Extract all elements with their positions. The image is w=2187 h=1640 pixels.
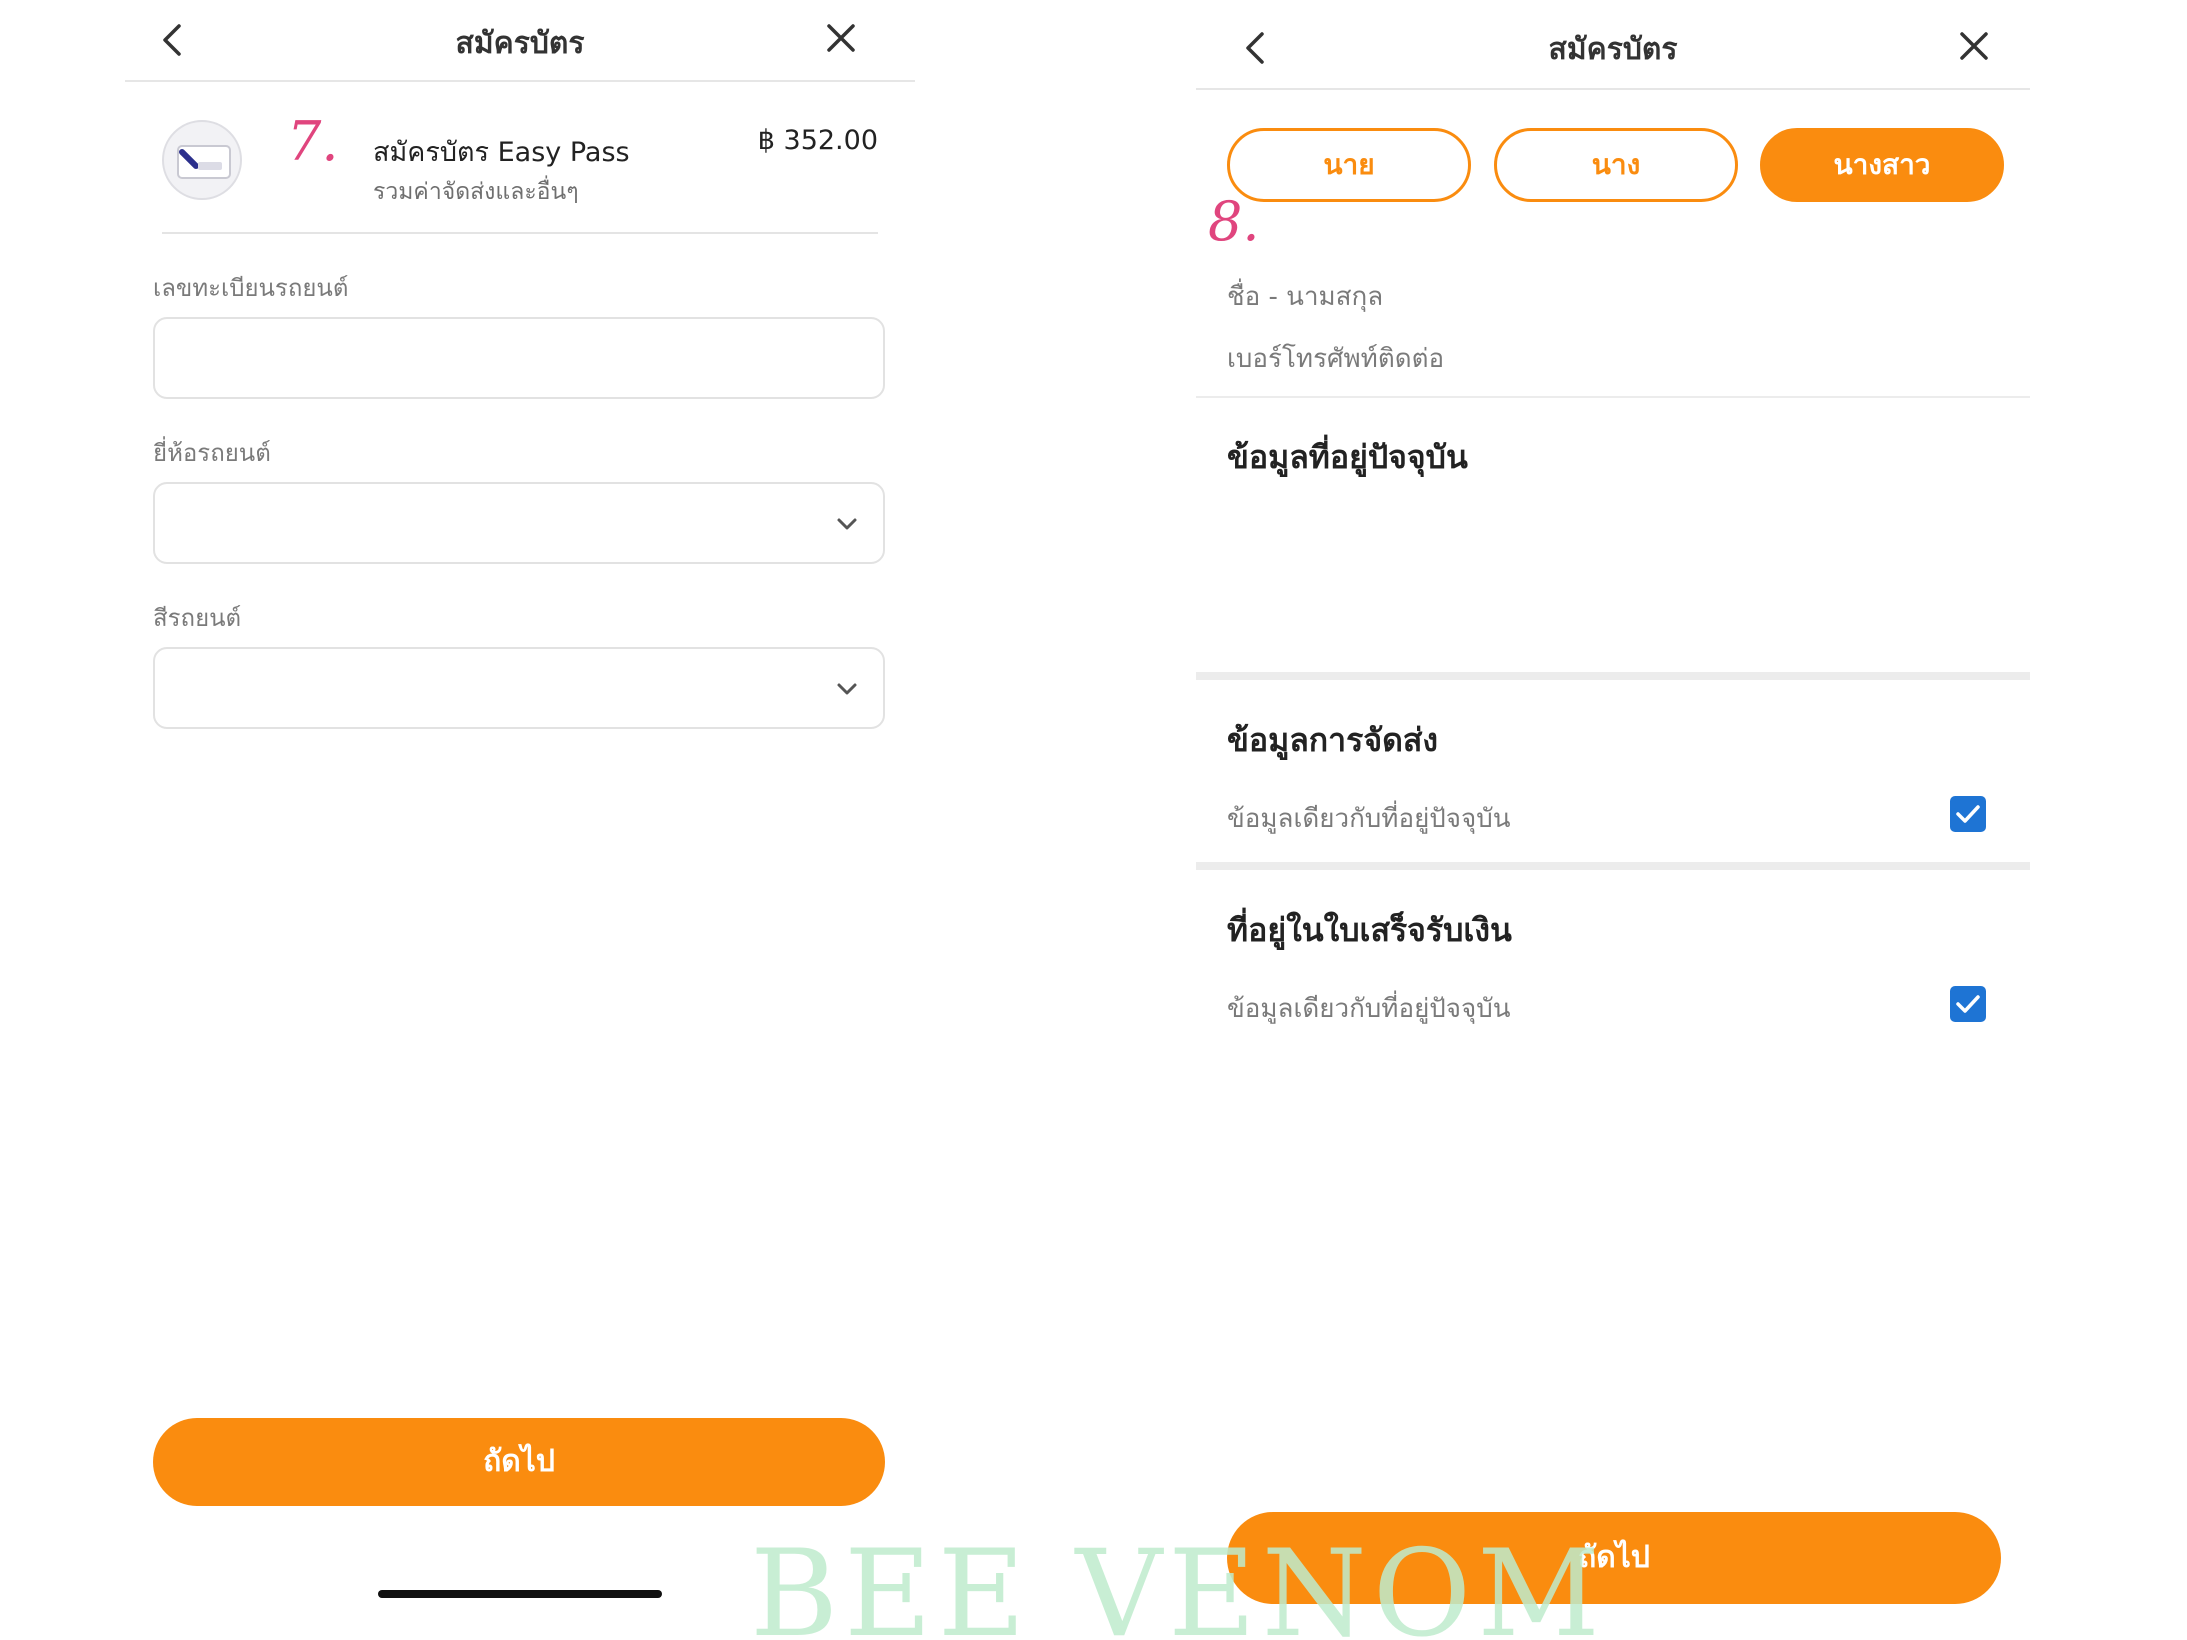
page-title: สมัครบัตร bbox=[455, 26, 585, 61]
plate-label: เลขทะเบียนรถยนต์ bbox=[153, 274, 349, 302]
checkmark-icon bbox=[1956, 995, 1980, 1013]
phone-field[interactable]: เบอร์โทรศัพท์ติดต่อ bbox=[1227, 338, 1444, 379]
product-subtitle: รวมค่าจัดส่งและอื่นๆ bbox=[373, 179, 579, 205]
right-screen: สมัครบัตร นาย นาง นางสาว 8. ชื่อ - นามสก… bbox=[1190, 0, 2030, 1640]
card-image bbox=[162, 120, 242, 200]
product-name: สมัครบัตร Easy Pass bbox=[373, 137, 630, 168]
home-indicator[interactable] bbox=[378, 1590, 662, 1598]
shipping-title: ข้อมูลการจัดส่ง bbox=[1227, 721, 1439, 759]
nav-bar: สมัครบัตร bbox=[1196, 0, 2030, 90]
chevron-down-icon bbox=[837, 683, 857, 695]
receipt-same-checkbox[interactable] bbox=[1950, 986, 1986, 1022]
product-summary: 7. สมัครบัตร Easy Pass รวมค่าจัดส่งและอื… bbox=[162, 110, 878, 234]
product-price: ฿ 352.00 bbox=[757, 125, 878, 156]
nav-bar: สมัครบัตร bbox=[125, 0, 915, 82]
close-icon bbox=[1960, 32, 1988, 60]
title-option-mr[interactable]: นาย bbox=[1227, 128, 1471, 202]
next-button[interactable]: ถัดไป bbox=[153, 1418, 885, 1506]
annotation-mark: 8. bbox=[1208, 190, 1260, 253]
divider bbox=[1196, 396, 2030, 398]
current-address-title: ข้อมูลที่อยู่ปัจจุบัน bbox=[1227, 438, 1468, 476]
title-option-miss[interactable]: นางสาว bbox=[1760, 128, 2004, 202]
color-select[interactable] bbox=[153, 647, 885, 729]
plate-input[interactable] bbox=[153, 317, 885, 399]
next-button[interactable]: ถัดไป bbox=[1227, 1512, 2001, 1604]
receipt-title: ที่อยู่ในใบเสร็จรับเงิน bbox=[1227, 911, 1512, 949]
receipt-same-label: ข้อมูลเดียวกับที่อยู่ปัจจุบัน bbox=[1227, 994, 1511, 1024]
shipping-same-checkbox[interactable] bbox=[1950, 796, 1986, 832]
color-label: สีรถยนต์ bbox=[153, 604, 242, 632]
brand-label: ยี่ห้อรถยนต์ bbox=[153, 439, 271, 467]
close-icon bbox=[827, 24, 855, 52]
shipping-same-label: ข้อมูลเดียวกับที่อยู่ปัจจุบัน bbox=[1227, 804, 1511, 834]
title-option-mrs[interactable]: นาง bbox=[1494, 128, 1738, 202]
name-field[interactable]: ชื่อ - นามสกุล bbox=[1227, 276, 1383, 317]
page-title: สมัครบัตร bbox=[1548, 32, 1678, 67]
brand-select[interactable] bbox=[153, 482, 885, 564]
section-divider bbox=[1196, 672, 2030, 680]
section-divider bbox=[1196, 862, 2030, 870]
left-screen: สมัครบัตร 7. สมัครบัตร Easy Pass รวมค่าจ… bbox=[125, 0, 915, 1640]
chevron-down-icon bbox=[837, 518, 857, 530]
checkmark-icon bbox=[1956, 805, 1980, 823]
close-button[interactable] bbox=[825, 22, 857, 54]
close-button[interactable] bbox=[1958, 30, 1990, 62]
annotation-mark: 7. bbox=[287, 110, 339, 173]
